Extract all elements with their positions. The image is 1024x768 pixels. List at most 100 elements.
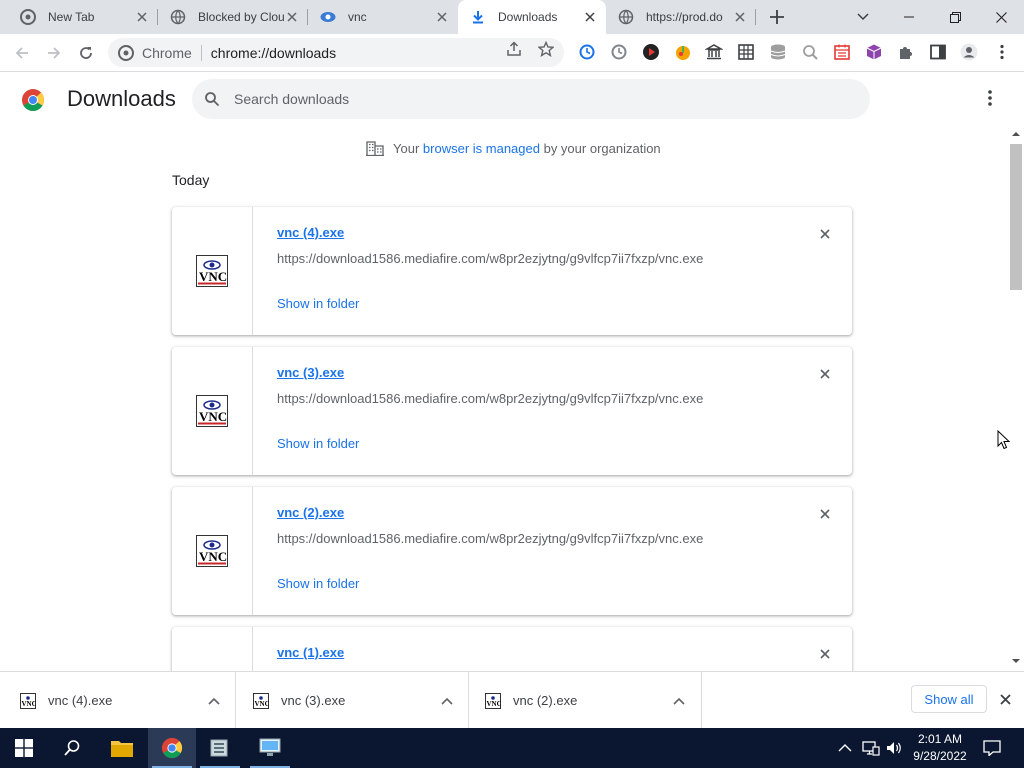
file-source-url[interactable]: https://download1586.mediafire.com/w8pr2… [277,391,703,406]
notification-center-button[interactable] [983,728,1001,768]
chrome-taskbar-button[interactable] [148,728,196,768]
chevron-up-icon[interactable] [208,697,220,705]
close-icon[interactable] [284,9,300,25]
shelf-file-name: vnc (3).exe [281,693,346,708]
more-actions-button[interactable] [978,86,1002,110]
remote-desktop-button[interactable] [246,728,294,768]
scroll-down-arrow-icon[interactable] [1011,658,1021,664]
back-button[interactable] [8,39,36,67]
remove-item-button[interactable] [816,645,834,663]
reload-button[interactable] [72,39,100,67]
show-in-folder-link[interactable]: Show in folder [277,436,359,451]
close-shelf-button[interactable] [996,690,1014,708]
file-name-link[interactable]: vnc (4).exe [277,225,344,240]
close-window-button[interactable] [978,0,1024,34]
managed-link[interactable]: browser is managed [423,141,540,156]
vnc-icon [320,9,336,25]
close-icon[interactable] [434,9,450,25]
building-icon[interactable] [737,43,755,61]
side-panel-icon[interactable] [929,43,947,61]
managed-notice: Your browser is managed by your organiza… [366,140,661,156]
file-name-link[interactable]: vnc (2).exe [277,505,344,520]
volume-icon[interactable] [886,728,902,768]
shelf-item[interactable]: VNC vnc (2).exe [469,672,702,729]
chevron-down-icon [857,13,869,21]
file-name-link[interactable]: vnc (1).exe [277,645,344,660]
plus-icon [770,10,784,24]
file-icon-column: VNC [172,487,253,615]
puzzle-extensions-icon[interactable] [897,43,915,61]
fruit-extension-icon[interactable] [674,43,692,61]
globe-icon [170,9,186,25]
show-all-button[interactable]: Show all [911,685,987,713]
system-clock[interactable]: 2:01 AM 9/28/2022 [906,731,974,765]
show-hidden-icons-button[interactable] [838,728,852,768]
vnc-file-icon: VNC [196,255,228,287]
remove-item-button[interactable] [816,505,834,523]
calendar-extension-icon[interactable] [833,43,851,61]
vnc-file-icon: VNC [196,395,228,427]
network-icon[interactable] [862,728,880,768]
file-explorer-button[interactable] [98,728,146,768]
browser-menu-icon[interactable] [993,43,1011,61]
taskbar-search-button[interactable] [48,728,96,768]
history-icon[interactable] [610,43,628,61]
cube-extension-icon[interactable] [865,43,883,61]
svg-text:VNC: VNC [199,549,227,564]
forward-button[interactable] [40,39,68,67]
close-icon [820,509,830,519]
new-tab-button[interactable] [765,5,789,29]
history-sync-icon[interactable] [578,43,596,61]
tab-prod[interactable]: https://prod.do [606,0,756,34]
shelf-item[interactable]: VNC vnc (3).exe [236,672,469,729]
tab-strip: New Tab Blocked by Clou vnc Downloads ht… [0,0,1024,34]
remove-item-button[interactable] [816,225,834,243]
omnibox-divider [200,44,202,61]
show-in-folder-link[interactable]: Show in folder [277,576,359,591]
managed-text: Your browser is managed by your organiza… [393,140,661,156]
chrome-icon [20,9,36,25]
more-vert-icon [988,90,992,106]
address-bar[interactable]: Chrome chrome://downloads [108,38,564,67]
vnc-file-icon: VNC [196,535,228,567]
close-icon[interactable] [134,9,150,25]
search-bar[interactable] [192,79,870,119]
file-name-link[interactable]: vnc (3).exe [277,365,344,380]
close-icon[interactable] [582,9,598,25]
shelf-item[interactable]: VNC vnc (4).exe [0,672,236,729]
search-input[interactable] [234,91,794,107]
site-info-chip[interactable]: Chrome [108,44,192,61]
tab-search-button[interactable] [840,0,886,34]
magnifier-extension-icon[interactable] [801,43,819,61]
show-in-folder-link[interactable]: Show in folder [277,296,359,311]
close-icon[interactable] [732,9,748,25]
tab-blocked[interactable]: Blocked by Clou [158,0,308,34]
download-shelf: VNC vnc (4).exe VNC vnc (3).exe VNC vnc … [0,671,1024,729]
server-manager-button[interactable] [196,728,244,768]
file-source-url[interactable]: https://download1586.mediafire.com/w8pr2… [277,251,703,266]
remove-item-button[interactable] [816,365,834,383]
chevron-up-icon[interactable] [441,697,453,705]
restore-button[interactable] [932,0,978,34]
minimize-button[interactable] [886,0,932,34]
clock-time: 2:01 AM [917,732,963,746]
scrollbar-thumb[interactable] [1010,144,1022,290]
start-button[interactable] [0,728,48,768]
music-extension-icon[interactable] [642,43,660,61]
chevron-up-icon[interactable] [673,697,685,705]
bookmark-star-icon[interactable] [537,40,555,58]
tab-downloads[interactable]: Downloads [458,0,606,34]
profile-avatar-icon[interactable] [960,43,978,61]
close-icon [820,649,830,659]
scroll-up-arrow-icon[interactable] [1011,131,1021,137]
database-icon[interactable] [769,43,787,61]
bank-icon[interactable] [705,43,723,61]
building-icon [366,140,384,156]
file-source-url[interactable]: https://download1586.mediafire.com/w8pr2… [277,531,703,546]
download-icon [470,9,486,25]
svg-text:VNC: VNC [199,409,227,424]
chevron-up-icon [838,744,852,752]
tab-vnc[interactable]: vnc [308,0,458,34]
share-icon[interactable] [505,40,523,58]
tab-new-tab[interactable]: New Tab [8,0,158,34]
